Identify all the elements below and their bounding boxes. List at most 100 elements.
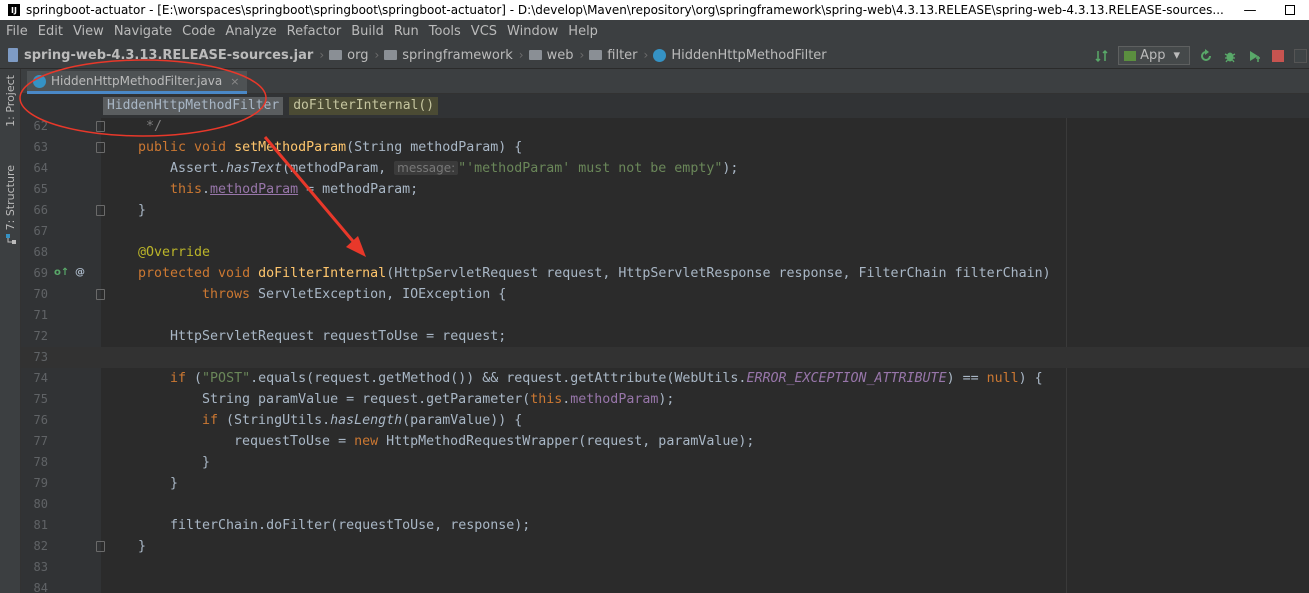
run-configuration-label: App xyxy=(1140,48,1166,63)
debug-bug-icon[interactable] xyxy=(1222,48,1238,64)
nav-crumb-org[interactable]: org xyxy=(329,48,368,63)
close-icon[interactable]: × xyxy=(230,75,239,88)
line-number: 82 xyxy=(33,539,48,553)
line-number: 71 xyxy=(33,308,48,322)
nav-crumb-label: springframework xyxy=(402,47,513,63)
code-token: (paramValue)) { xyxy=(402,413,523,428)
menu-view[interactable]: View xyxy=(73,24,104,39)
sort-icon[interactable] xyxy=(1094,48,1110,64)
maximize-button[interactable] xyxy=(1275,0,1305,20)
menu-navigate[interactable]: Navigate xyxy=(114,24,172,39)
line-number: 68 xyxy=(33,245,48,259)
project-tool-window-button[interactable]: 1: Project xyxy=(0,75,21,127)
code-params: (HttpServletRequest request, HttpServlet… xyxy=(386,266,1051,281)
code-keyword: this xyxy=(170,182,203,197)
line-number: 74 xyxy=(33,371,48,385)
nav-crumb-label: filter xyxy=(607,47,638,63)
nav-crumb-label: org xyxy=(347,47,369,63)
fold-marker-icon[interactable] xyxy=(96,142,105,153)
code-params: (String methodParam) { xyxy=(346,140,523,155)
fold-marker-icon[interactable] xyxy=(96,541,105,552)
line-number: 75 xyxy=(33,392,48,406)
code-token: ServletException, IOException { xyxy=(258,287,507,302)
code-line: 80 xyxy=(21,494,1309,515)
breadcrumb-class[interactable]: HiddenHttpMethodFilter xyxy=(103,97,284,115)
annotation-gutter-icon[interactable]: @ xyxy=(75,267,85,279)
code-line: 84 xyxy=(21,578,1309,593)
minimize-button[interactable]: — xyxy=(1235,0,1265,20)
fold-marker-icon[interactable] xyxy=(96,205,105,216)
window-title: springboot-actuator - [E:\worspaces\spri… xyxy=(26,3,1224,17)
structure-tool-window-button[interactable]: 7: Structure xyxy=(0,165,21,245)
menu-analyze[interactable]: Analyze xyxy=(225,24,276,39)
line-number: 65 xyxy=(33,182,48,196)
menu-run[interactable]: Run xyxy=(394,24,419,39)
rerun-icon[interactable] xyxy=(1198,48,1214,64)
intellij-app-icon: IJ xyxy=(8,4,20,16)
menu-vcs[interactable]: VCS xyxy=(471,24,497,39)
code-field: methodParam xyxy=(210,182,299,197)
code-method-name: doFilterInternal xyxy=(258,266,387,281)
code-text: Assert.hasText(methodParam, message: "'me… xyxy=(170,158,738,179)
breadcrumb-method[interactable]: doFilterInternal() xyxy=(289,97,439,115)
menu-tools[interactable]: Tools xyxy=(429,24,461,39)
stop-icon[interactable] xyxy=(1270,48,1286,64)
code-keyword: public void xyxy=(138,140,235,155)
code-line: 83 xyxy=(21,557,1309,578)
app-config-icon xyxy=(1124,50,1137,61)
navigation-bar: spring-web-4.3.13.RELEASE-sources.jar › … xyxy=(0,42,1309,69)
menu-code[interactable]: Code xyxy=(182,24,215,39)
package-icon xyxy=(528,50,542,60)
tab-hiddenhttpmethodfilter[interactable]: HiddenHttpMethodFilter.java × xyxy=(27,71,248,94)
code-line: 65 this.methodParam = methodParam; xyxy=(21,179,1309,200)
code-token: requestToUse = xyxy=(234,434,355,449)
code-keyword: if xyxy=(202,413,227,428)
nav-separator: › xyxy=(319,48,325,62)
menu-help[interactable]: Help xyxy=(568,24,598,39)
code-keyword: new xyxy=(354,434,387,449)
maximize-icon xyxy=(1285,5,1295,15)
nav-crumb-jar[interactable]: spring-web-4.3.13.RELEASE-sources.jar xyxy=(8,48,313,63)
nav-crumb-label: HiddenHttpMethodFilter xyxy=(671,47,827,63)
code-text: protected void doFilterInternal(HttpServ… xyxy=(138,263,1051,284)
class-icon xyxy=(653,48,667,62)
code-static-call: hasLength xyxy=(330,413,403,428)
code-text: this.methodParam = methodParam; xyxy=(170,179,418,200)
overrides-method-icon[interactable]: o↑ xyxy=(54,267,69,279)
menu-window[interactable]: Window xyxy=(507,24,558,39)
code-text: throws ServletException, IOException { xyxy=(202,284,506,305)
jar-icon xyxy=(8,48,18,62)
code-text: HttpServletRequest requestToUse = reques… xyxy=(170,329,507,344)
nav-crumb-filter[interactable]: filter xyxy=(589,47,638,63)
code-text: public void setMethodParam(String method… xyxy=(138,137,522,158)
code-token: (methodParam, xyxy=(282,161,395,176)
line-number: 66 xyxy=(33,203,48,217)
code-line: 77 requestToUse = new HttpMethodRequestW… xyxy=(21,431,1309,452)
left-tool-strip: 1: Project 7: Structure xyxy=(0,69,21,593)
run-configuration-select[interactable]: App ▾ xyxy=(1118,46,1190,65)
nav-crumb-springframework[interactable]: springframework xyxy=(384,47,513,63)
menu-refactor[interactable]: Refactor xyxy=(287,24,342,39)
menu-build[interactable]: Build xyxy=(351,24,384,39)
nav-crumb-class[interactable]: HiddenHttpMethodFilter xyxy=(653,47,827,63)
nav-crumb-web[interactable]: web xyxy=(528,48,573,63)
code-text: if (StringUtils.hasLength(paramValue)) { xyxy=(202,410,522,431)
code-token: HttpMethodRequestWrapper(request, paramV… xyxy=(386,434,755,449)
code-keyword: null xyxy=(986,371,1019,386)
code-token: ) == xyxy=(946,371,987,386)
coverage-icon[interactable] xyxy=(1246,48,1262,64)
code-editor[interactable]: 62 */ 63 public void setMethodParam(Stri… xyxy=(21,118,1309,593)
code-line: 79 } xyxy=(21,473,1309,494)
menu-file[interactable]: File xyxy=(6,24,28,39)
fold-marker-icon[interactable] xyxy=(96,289,105,300)
line-number: 69 xyxy=(33,266,48,280)
nav-separator: › xyxy=(518,48,524,62)
code-line: 66 } xyxy=(21,200,1309,221)
package-icon xyxy=(329,50,343,60)
code-token: Assert. xyxy=(170,161,227,176)
line-number: 84 xyxy=(33,581,48,593)
fold-marker-icon[interactable] xyxy=(96,121,105,132)
code-line: 70 throws ServletException, IOException … xyxy=(21,284,1309,305)
menu-edit[interactable]: Edit xyxy=(38,24,63,39)
code-string: "'methodParam' must not be empty" xyxy=(458,161,723,176)
